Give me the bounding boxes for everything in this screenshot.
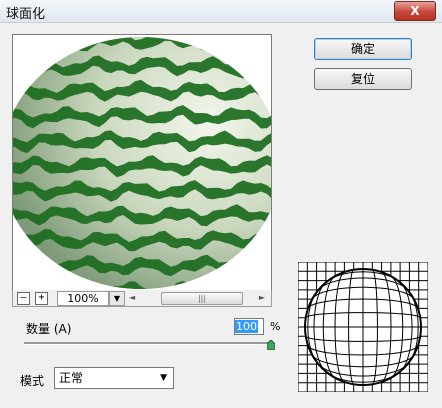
ok-button[interactable]: 确定 bbox=[314, 38, 412, 60]
spherize-preview-image bbox=[13, 35, 271, 291]
amount-label: 数量 (A) bbox=[26, 322, 72, 336]
mode-select[interactable]: 正常 ▼ bbox=[54, 367, 174, 389]
spherize-grid-diagram bbox=[298, 262, 428, 392]
zoom-dropdown-arrow[interactable]: ▼ bbox=[109, 291, 125, 306]
zoom-in-button[interactable]: + bbox=[35, 292, 48, 305]
amount-slider-track[interactable] bbox=[24, 342, 274, 345]
amount-value: 100 bbox=[235, 320, 258, 333]
mode-label: 模式 bbox=[20, 374, 45, 388]
close-button[interactable]: X bbox=[394, 1, 436, 21]
reset-button[interactable]: 复位 bbox=[314, 68, 412, 90]
percent-unit: % bbox=[270, 320, 281, 333]
scroll-right-arrow-icon[interactable]: ► bbox=[259, 291, 265, 304]
zoom-bar: – + 100% ▼ ◄ ||| ► bbox=[12, 290, 272, 307]
amount-input[interactable]: 100 bbox=[234, 318, 264, 335]
chevron-down-icon: ▼ bbox=[160, 373, 167, 383]
zoom-out-button[interactable]: – bbox=[17, 292, 30, 305]
preview-horizontal-scrollbar[interactable]: ◄ ||| ► bbox=[127, 291, 267, 305]
window-title: 球面化 bbox=[6, 7, 46, 22]
amount-slider-thumb[interactable] bbox=[267, 340, 275, 350]
title-bar: 球面化 X bbox=[0, 0, 442, 23]
mode-selected-value: 正常 bbox=[59, 371, 84, 385]
filter-preview[interactable] bbox=[12, 34, 272, 292]
zoom-level-field[interactable]: 100% bbox=[57, 291, 109, 306]
scroll-thumb[interactable]: ||| bbox=[161, 292, 243, 305]
scroll-left-arrow-icon[interactable]: ◄ bbox=[129, 291, 135, 304]
